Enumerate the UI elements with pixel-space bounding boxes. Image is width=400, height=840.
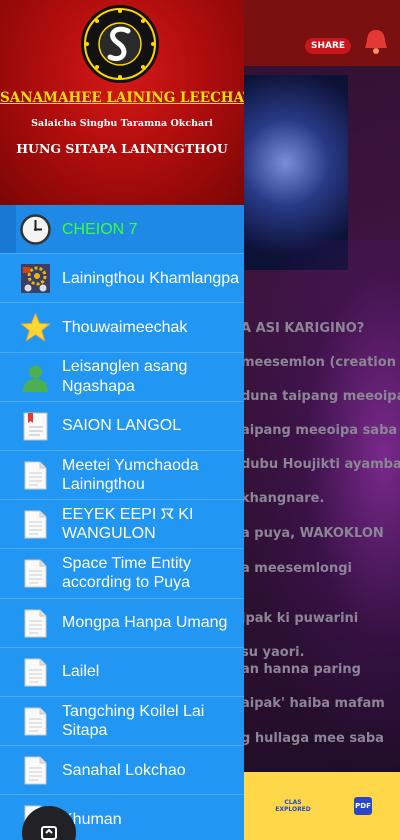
menu-item-lailel[interactable]: Lailel [0, 648, 244, 697]
menu-item-tangching-koilel[interactable]: Tangching Koilel Lai Sitapa [0, 697, 244, 747]
menu-item-leisanglen-asang-ngashapa[interactable]: Leisanglen asang Ngashapa [0, 353, 244, 402]
bg-text-line: a meesemlongi [241, 561, 352, 576]
menu-item-label: Tangching Koilel Lai Sitapa [62, 702, 205, 739]
menu-item-thouwaimeechak[interactable]: Thouwaimeechak [0, 303, 244, 353]
document-icon [24, 756, 47, 785]
star-icon [20, 313, 51, 343]
menu-item-label: Meetei Yumchaoda Lainingthou [62, 456, 199, 494]
bg-text-line: ipak ki puwarini [241, 611, 359, 626]
menu-item-label: EEYEK EEPI ꯋ KI WANGULON [62, 506, 194, 543]
app-tagline: HUNG SITAPA LAININGTHOU [16, 141, 228, 156]
bg-text-line: dubu Houjikti ayamba [241, 457, 400, 472]
menu-item-saion-langol[interactable]: SAION LANGOL [0, 402, 244, 451]
pdf-icon[interactable]: PDF [354, 797, 372, 815]
bookmark-doc-icon [23, 412, 48, 441]
drawer-menu: CHEION 7 Lainingthou Khamlangpa Thouwaim… [0, 205, 244, 840]
bg-text-line: khangnare. [241, 491, 325, 506]
document-icon [24, 658, 47, 687]
gear-machine-icon [21, 264, 50, 294]
bg-text-line: su yaori. [241, 645, 305, 660]
bg-text-line: an hanna paring [241, 662, 361, 677]
menu-item-label: Leisanglen asang Ngashapa [62, 358, 188, 395]
document-icon [24, 461, 47, 490]
menu-item-label: Sanahal Lokchao [62, 761, 186, 779]
menu-item-label: Lailel [62, 663, 100, 681]
menu-item-lainingthou-khamlangpa[interactable]: Lainingthou Khamlangpa [0, 254, 244, 304]
document-icon [24, 510, 47, 539]
menu-item-label: Thouwaimeechak [62, 318, 188, 336]
menu-item-meetei-yumchaoda-lainingthou[interactable]: Meetei Yumchaoda Lainingthou [0, 451, 244, 501]
menu-item-label: Khuman [62, 810, 122, 828]
drawer-header: SANAMAHEE LAINING LEECHAT Salaicha Singb… [0, 0, 244, 205]
document-icon [24, 609, 47, 637]
bg-text-line: aipak' haiba mafam [241, 696, 385, 711]
bg-text-line: A ASI KARIGINO? [241, 321, 365, 336]
bg-text-line: aipang meeoipa saba [241, 423, 398, 438]
bg-text-line: meesemlon (creation of [241, 355, 400, 370]
menu-item-label: Lainingthou Khamlangpa [62, 269, 240, 287]
bottom-bar-item[interactable]: CLAS EXPLORED [272, 799, 314, 813]
app-title: SANAMAHEE LAINING LEECHAT [0, 90, 244, 106]
navigation-drawer: SANAMAHEE LAINING LEECHAT Salaicha Singb… [0, 0, 244, 840]
refresh-icon [41, 826, 57, 840]
menu-item-label: CHEION 7 [62, 220, 138, 238]
bg-text-line: g hullaga mee saba [241, 731, 384, 746]
menu-item-mongpa-hanpa-umang[interactable]: Mongpa Hanpa Umang [0, 599, 244, 648]
document-icon [24, 559, 47, 588]
share-button[interactable]: SHARE [305, 38, 351, 54]
menu-item-cheion-7[interactable]: CHEION 7 [0, 205, 244, 255]
app-subtitle: Salaicha Singbu Taramna Okchari [31, 118, 213, 129]
menu-item-sanahal-lokchao[interactable]: Sanahal Lokchao [0, 746, 244, 796]
bottom-bar [244, 772, 400, 840]
menu-item-label: Mongpa Hanpa Umang [62, 614, 228, 631]
document-icon [24, 707, 47, 736]
menu-item-eeyek-eepi[interactable]: EEYEK EEPI ꯋ KI WANGULON [0, 500, 244, 550]
menu-item-label: SAION LANGOL [62, 417, 182, 435]
emblem-logo [81, 5, 159, 83]
menu-item-space-time-entity[interactable]: Space Time Entity according to Puya [0, 549, 244, 599]
bell-icon[interactable] [360, 26, 392, 56]
clock-icon [20, 214, 51, 245]
bg-text-line: duna taipang meeoipa [241, 389, 400, 404]
menu-item-label: Space Time Entity according to Puya [62, 555, 191, 592]
person-icon [23, 365, 48, 392]
bg-text-line: a puya, WAKOKLON [241, 526, 384, 541]
